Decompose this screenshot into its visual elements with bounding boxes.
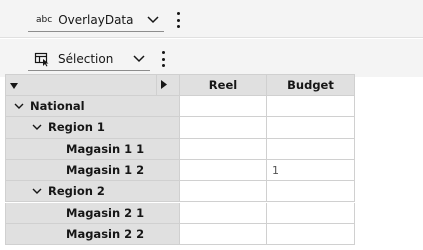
row-header-label: Region 2 xyxy=(48,184,105,199)
text-type-icon: abc xyxy=(36,14,53,25)
row-header-label: Region 1 xyxy=(48,120,105,135)
selection-dropdown-value: Sélection xyxy=(58,51,114,66)
chevron-down-icon xyxy=(147,16,159,24)
row-header-label: Magasin 2 2 xyxy=(66,226,145,241)
overflow-menu-vertical-icon[interactable] xyxy=(158,51,168,67)
data-cell-reel[interactable] xyxy=(180,223,267,246)
row-header-label: Magasin 1 1 xyxy=(66,141,145,156)
row-header-label: Magasin 1 2 xyxy=(66,163,145,178)
data-cell-budget[interactable] xyxy=(267,181,355,203)
table-selection-icon xyxy=(34,52,49,66)
data-cell-budget[interactable] xyxy=(267,202,355,224)
collapse-all-icon[interactable] xyxy=(10,83,18,89)
column-header-budget[interactable]: Budget xyxy=(267,74,355,96)
chevron-down-icon xyxy=(133,55,145,63)
row-header[interactable]: Magasin 2 1 xyxy=(5,202,180,224)
row-header[interactable]: Region 1 xyxy=(5,117,180,139)
data-cell-budget[interactable] xyxy=(267,138,355,160)
chevron-down-icon[interactable] xyxy=(14,101,24,111)
data-cell-reel[interactable] xyxy=(180,159,267,182)
overflow-menu-vertical-icon[interactable] xyxy=(173,12,183,28)
row-header[interactable]: Region 2 xyxy=(5,181,180,203)
overlay-dropdown-value: OverlayData xyxy=(58,12,134,27)
data-cell-budget[interactable]: 1 xyxy=(267,159,355,182)
row-header[interactable]: Magasin 2 2 xyxy=(5,223,180,246)
row-header-label: National xyxy=(30,99,85,114)
data-cell-reel[interactable] xyxy=(180,117,267,139)
data-cell-reel[interactable] xyxy=(180,181,267,203)
toolbar-overlay: abc OverlayData xyxy=(0,0,423,38)
row-header-label: Magasin 2 1 xyxy=(66,205,145,220)
data-cell-reel[interactable] xyxy=(180,202,267,224)
chevron-down-icon[interactable] xyxy=(32,122,42,132)
row-header[interactable]: Magasin 1 2 xyxy=(5,159,180,182)
data-cell-budget[interactable] xyxy=(267,96,355,118)
chevron-down-icon[interactable] xyxy=(32,186,42,196)
data-cell-budget[interactable] xyxy=(267,117,355,139)
data-cell-reel[interactable] xyxy=(180,138,267,160)
data-cell-budget[interactable] xyxy=(267,223,355,246)
expand-columns-icon[interactable] xyxy=(161,80,167,89)
selection-dropdown[interactable]: Sélection xyxy=(28,47,150,71)
grid-corner xyxy=(5,74,180,97)
overlay-dropdown[interactable]: abc OverlayData xyxy=(28,8,164,32)
column-header-reel[interactable]: Reel xyxy=(180,74,267,96)
row-header[interactable]: National xyxy=(5,96,180,118)
toolbar-selection: Sélection xyxy=(0,39,423,77)
data-cell-reel[interactable] xyxy=(180,96,267,118)
row-header[interactable]: Magasin 1 1 xyxy=(5,138,180,160)
